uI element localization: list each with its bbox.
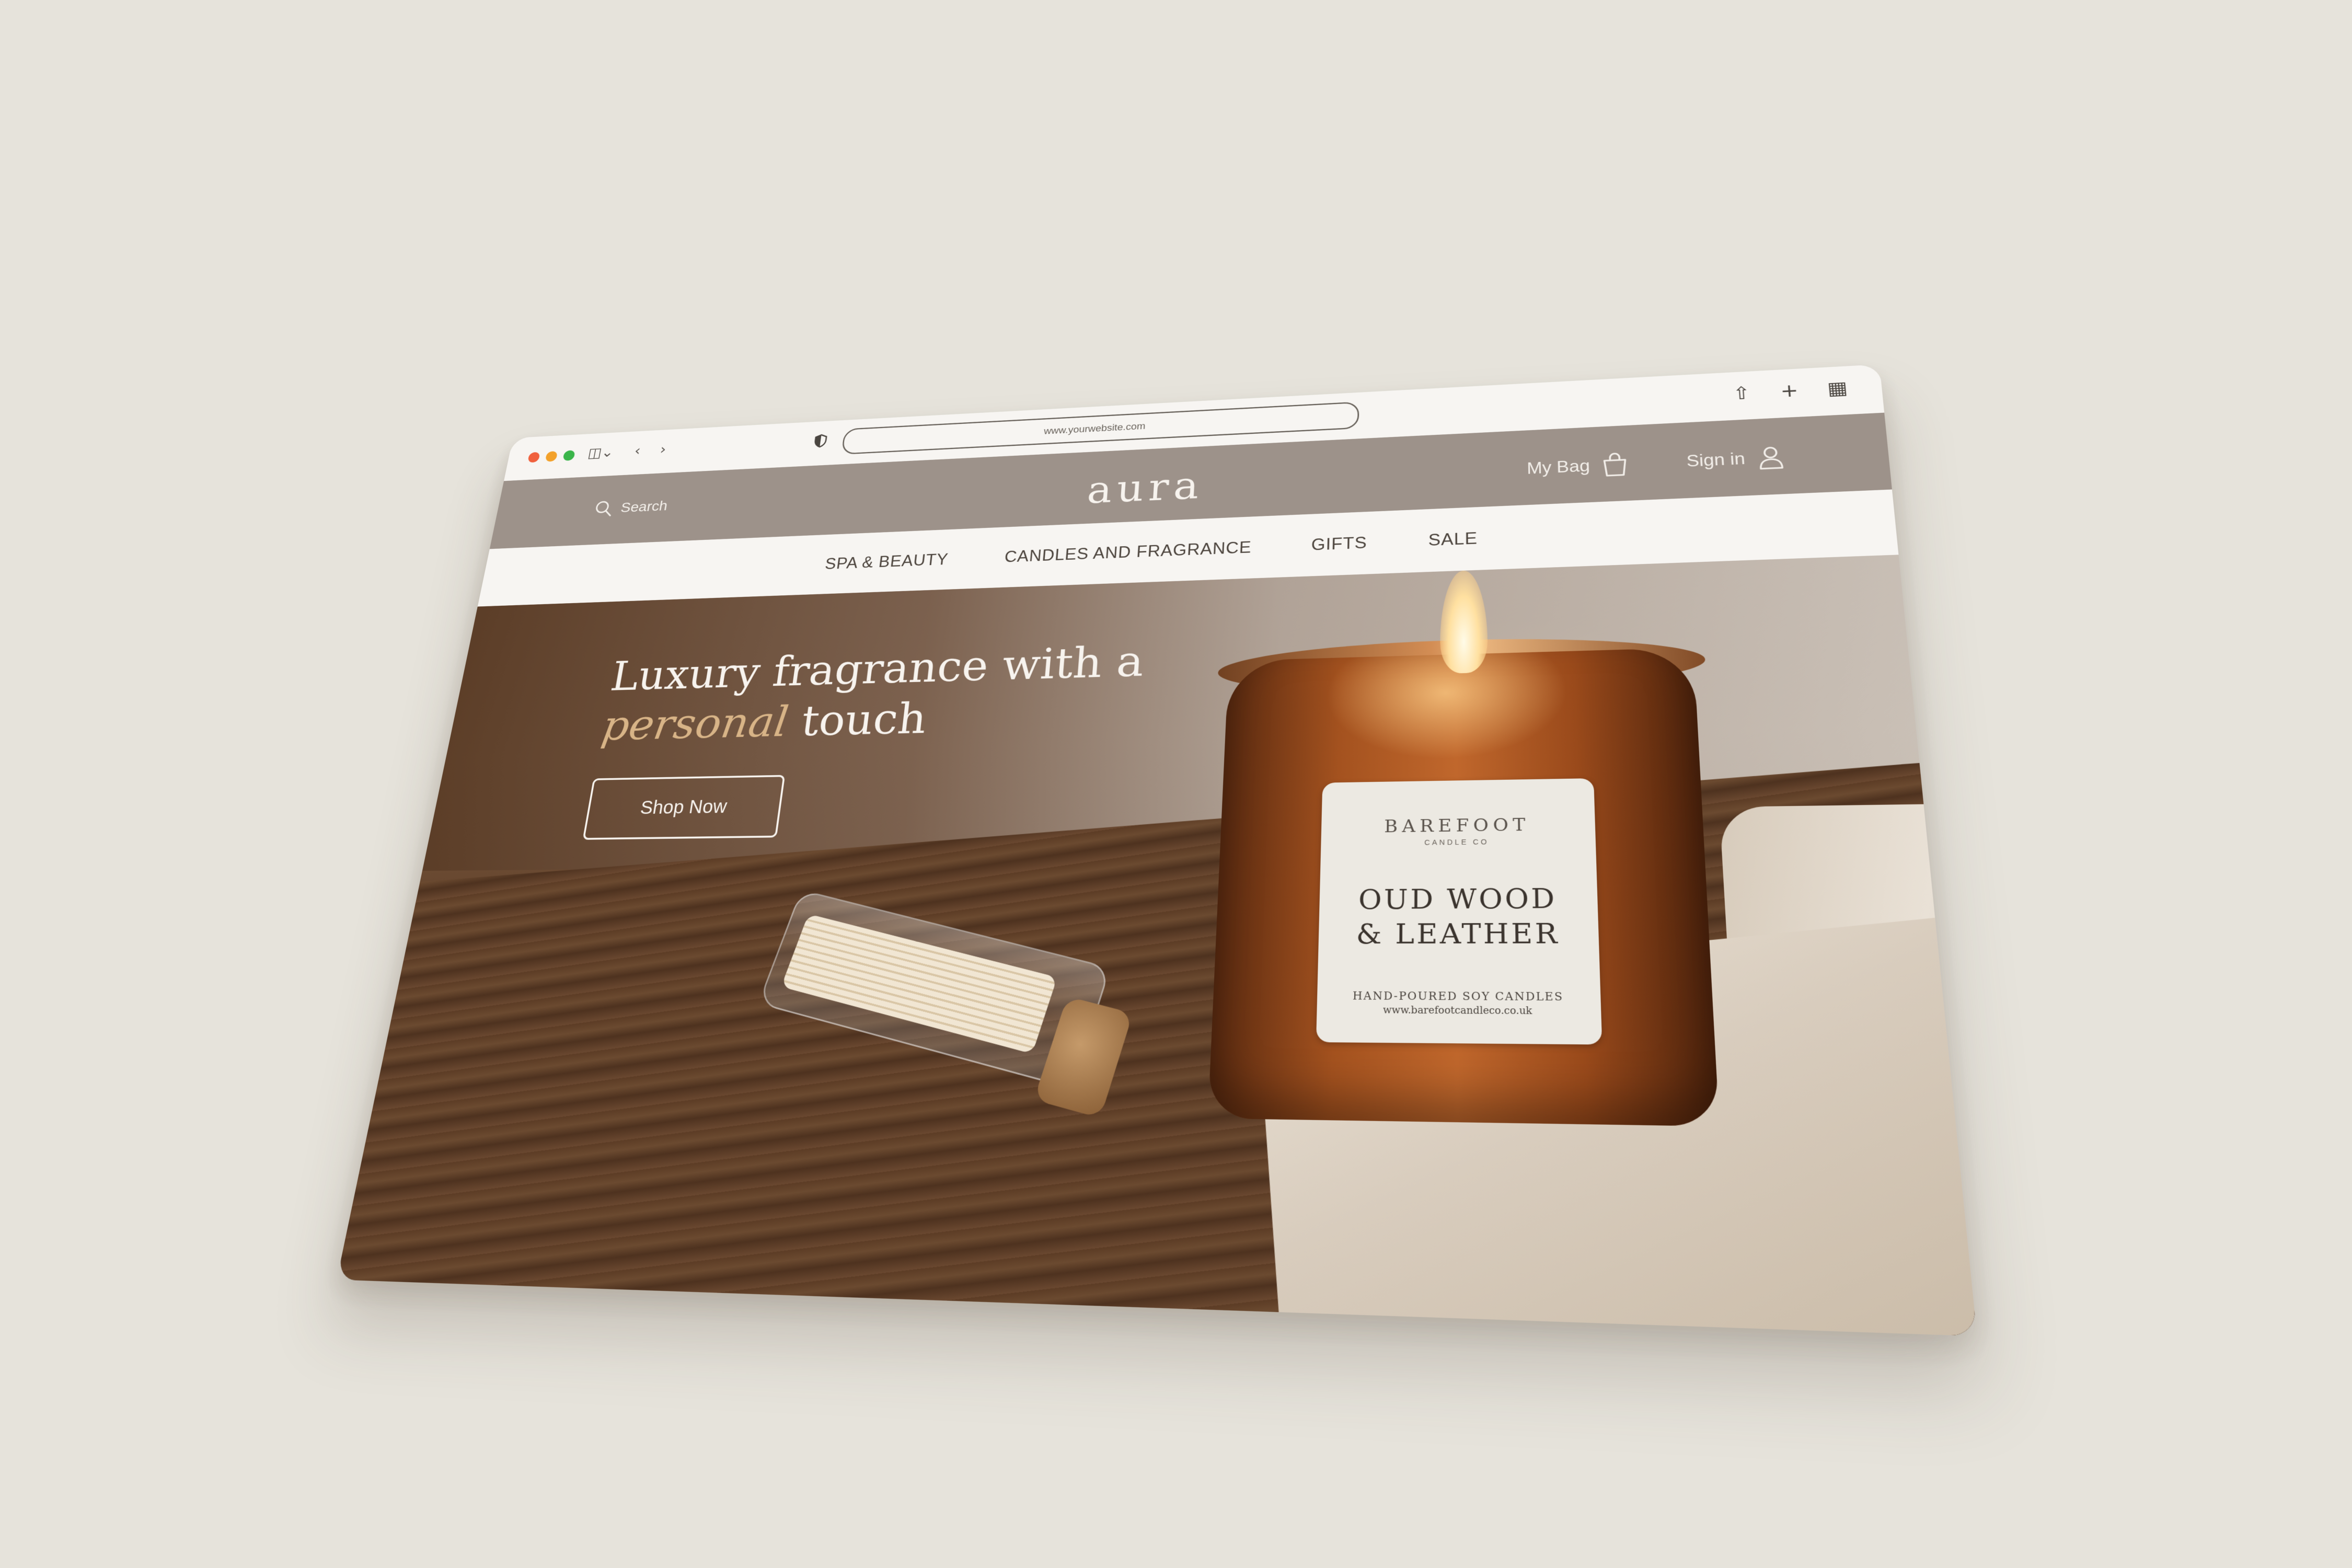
address-url: www.yourwebsite.com: [1043, 420, 1146, 436]
shopping-bag-icon: [1601, 452, 1629, 478]
user-icon: [1756, 444, 1786, 470]
shop-now-button[interactable]: Shop Now: [582, 775, 785, 840]
nav-item-spa-beauty[interactable]: SPA & BEAUTY: [824, 550, 949, 573]
label-scent: OUD WOOD & LEATHER: [1318, 881, 1599, 952]
hero-copy: Luxury fragrance with a personal touch S…: [582, 636, 1146, 840]
new-tab-icon[interactable]: +: [1777, 381, 1802, 401]
close-window-button[interactable]: [527, 452, 540, 463]
mockup-scene: ◫⌄ ‹ › www.yourwebsite.com ⇧ + ▦ Search …: [0, 0, 2352, 1568]
window-controls: [527, 450, 575, 463]
my-bag-button[interactable]: My Bag: [1527, 452, 1629, 481]
nav-item-sale[interactable]: SALE: [1428, 529, 1478, 550]
minimize-window-button[interactable]: [545, 451, 558, 462]
sign-in-label: Sign in: [1686, 449, 1746, 470]
label-scent-line1: OUD WOOD: [1358, 883, 1558, 916]
shield-icon: [813, 434, 827, 448]
share-icon[interactable]: ⇧: [1730, 383, 1754, 404]
browser-window: ◫⌄ ‹ › www.yourwebsite.com ⇧ + ▦ Search …: [337, 364, 1977, 1336]
label-brand: BAREFOOT: [1384, 814, 1530, 837]
nav-item-candles-fragrance[interactable]: CANDLES AND FRAGRANCE: [1004, 538, 1252, 566]
hero-headline-rest: touch: [785, 694, 929, 746]
label-tagline: HAND-POURED SOY CANDLES: [1352, 989, 1564, 1004]
browser-actions: ⇧ + ▦: [1730, 378, 1850, 404]
forward-arrow-icon[interactable]: ›: [659, 442, 667, 458]
label-brand-sub: CANDLE CO: [1424, 837, 1489, 847]
hero-banner: BAREFOOT CANDLE CO OUD WOOD & LEATHER HA…: [337, 555, 1977, 1336]
label-url: www.barefootcandleco.co.uk: [1382, 1004, 1532, 1017]
back-arrow-icon[interactable]: ‹: [633, 443, 642, 459]
label-scent-line2: & LEATHER: [1356, 918, 1560, 951]
sign-in-button[interactable]: Sign in: [1686, 444, 1785, 474]
maximize-window-button[interactable]: [562, 450, 575, 461]
tab-overview-icon[interactable]: ▦: [1825, 378, 1850, 399]
website: Search aura My Bag Sign in SPA & BEAUTY …: [337, 412, 1977, 1336]
hero-headline-accent: personal: [598, 697, 792, 750]
my-bag-label: My Bag: [1526, 456, 1590, 478]
hero-headline: Luxury fragrance with a personal touch: [598, 636, 1146, 752]
candle-label: BAREFOOT CANDLE CO OUD WOOD & LEATHER HA…: [1316, 778, 1602, 1045]
sidebar-toggle-icon[interactable]: ◫⌄: [586, 444, 615, 462]
nav-item-gifts[interactable]: GIFTS: [1311, 533, 1367, 554]
